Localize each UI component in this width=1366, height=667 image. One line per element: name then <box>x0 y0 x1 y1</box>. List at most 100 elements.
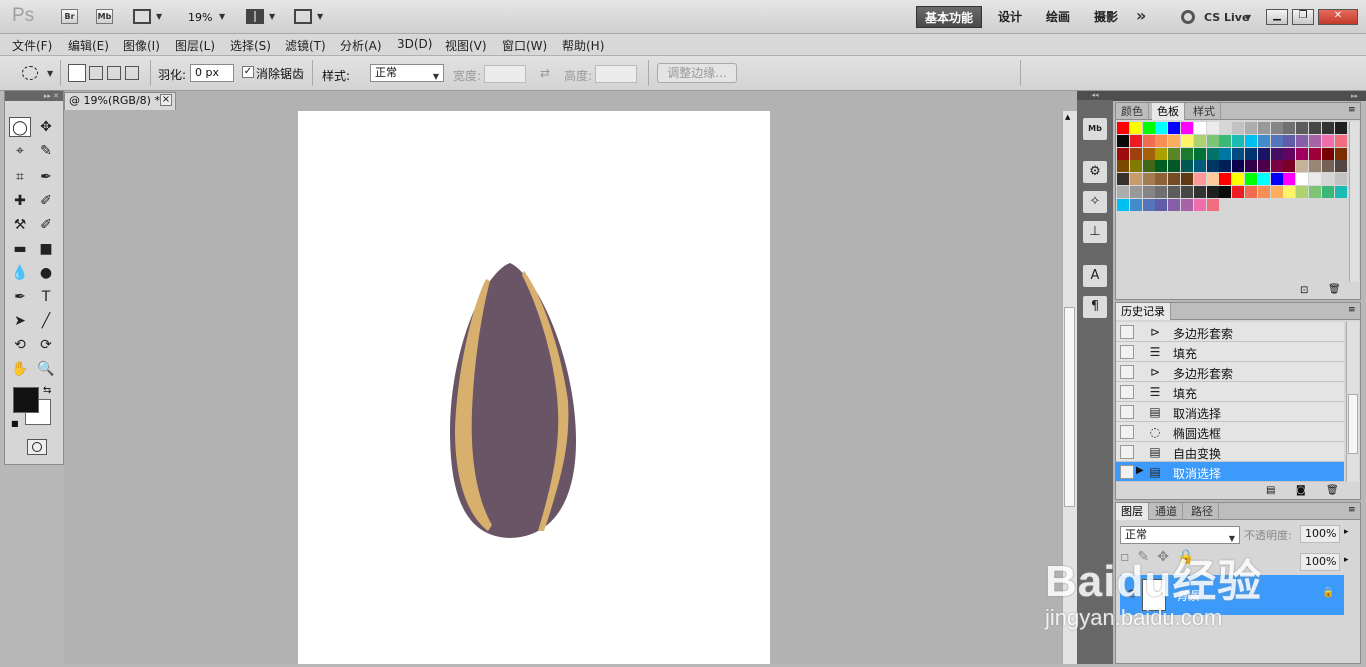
hand-tool-icon[interactable]: ✋ <box>9 359 31 379</box>
color-swatch[interactable] <box>1257 186 1270 198</box>
color-swatch[interactable] <box>1155 134 1168 147</box>
color-swatch[interactable] <box>1283 173 1296 186</box>
color-swatch[interactable] <box>1257 134 1270 147</box>
color-swatch[interactable] <box>1283 122 1296 134</box>
restore-button[interactable]: ❐ <box>1292 9 1314 25</box>
color-swatch[interactable] <box>1283 186 1296 198</box>
close-button[interactable]: ✕ <box>1318 9 1358 25</box>
color-swatch[interactable] <box>1181 160 1193 173</box>
menu-analysis[interactable]: 分析(A) <box>340 37 382 54</box>
brush-tool-icon[interactable]: ✐ <box>35 191 57 211</box>
brush-presets-icon[interactable]: ⊥ <box>1083 221 1107 243</box>
history-brush-source-checkbox[interactable] <box>1120 385 1134 399</box>
history-state-row[interactable]: ▤ 取消选择 <box>1116 402 1344 422</box>
color-swatch[interactable] <box>1283 160 1296 173</box>
color-swatch[interactable] <box>1296 160 1309 173</box>
color-swatch[interactable] <box>1309 186 1321 198</box>
strip-collapse-icon[interactable]: ◂◂ <box>1077 91 1113 100</box>
history-brush-source-checkbox[interactable] <box>1120 365 1134 379</box>
gradient-tool-icon[interactable]: ■ <box>35 239 57 259</box>
new-snapshot-icon[interactable]: ◙ <box>1296 485 1306 496</box>
scroll-up-icon[interactable]: ▲ <box>1065 113 1070 121</box>
color-swatch[interactable] <box>1219 134 1232 147</box>
color-swatch[interactable] <box>1334 160 1347 173</box>
opacity-arrow-icon[interactable]: ▸ <box>1344 527 1349 537</box>
marquee-ellipse-tool-icon[interactable]: ◯ <box>9 117 31 137</box>
color-swatch[interactable] <box>1168 198 1181 211</box>
color-swatch[interactable] <box>1232 122 1245 134</box>
color-swatch[interactable] <box>1321 160 1334 173</box>
lasso-polygon-tool-icon[interactable]: ⌖ <box>9 141 31 161</box>
color-swatch[interactable] <box>1245 122 1257 134</box>
color-swatch[interactable] <box>1168 160 1181 173</box>
color-swatch[interactable] <box>1334 122 1347 134</box>
color-swatch[interactable] <box>1219 173 1232 186</box>
history-scrollbar[interactable] <box>1346 322 1359 482</box>
color-swatch[interactable] <box>1232 186 1245 198</box>
tab-history[interactable]: 历史记录 <box>1116 303 1171 320</box>
menu-view[interactable]: 视图(V) <box>445 37 487 54</box>
color-swatch[interactable] <box>1155 173 1168 186</box>
color-swatch[interactable] <box>1219 122 1232 134</box>
color-swatch[interactable] <box>1155 160 1168 173</box>
color-swatch[interactable] <box>1129 122 1142 134</box>
document-canvas[interactable] <box>298 111 770 664</box>
color-swatch[interactable] <box>1206 147 1219 160</box>
color-swatch[interactable] <box>1309 134 1321 147</box>
3d-orbit-tool-icon[interactable]: ⟳ <box>35 335 57 355</box>
line-tool-icon[interactable]: ╱ <box>35 311 57 331</box>
antialias-checkbox[interactable]: ✓ <box>242 66 254 78</box>
screen-mode-dropdown-icon[interactable]: ▼ <box>317 12 323 21</box>
new-selection-icon[interactable] <box>68 64 86 82</box>
history-state-row[interactable]: ◌ 椭圆选框 <box>1116 422 1344 442</box>
clone-source-icon[interactable]: ✧ <box>1083 191 1107 213</box>
tool-presets-icon[interactable]: ⚙ <box>1083 161 1107 183</box>
minimize-button[interactable]: ▁ <box>1266 9 1288 25</box>
close-document-icon[interactable]: × <box>160 94 172 106</box>
workspace-essentials[interactable]: 基本功能 <box>916 6 983 28</box>
color-swatch[interactable] <box>1257 160 1270 173</box>
color-swatch[interactable] <box>1129 186 1142 198</box>
color-swatch[interactable] <box>1296 147 1309 160</box>
width-input[interactable] <box>484 65 526 83</box>
color-swatch[interactable] <box>1309 147 1321 160</box>
history-brush-source-checkbox[interactable] <box>1120 425 1134 439</box>
color-swatch[interactable] <box>1129 147 1142 160</box>
color-swatch[interactable] <box>1270 186 1283 198</box>
history-brush-tool-icon[interactable]: ✐ <box>35 215 57 235</box>
color-swatch[interactable] <box>1334 186 1347 198</box>
color-swatch[interactable] <box>1181 173 1193 186</box>
history-brush-source-checkbox[interactable] <box>1120 345 1134 359</box>
color-swatch[interactable] <box>1117 160 1129 173</box>
history-brush-source-checkbox[interactable] <box>1120 325 1134 339</box>
mini-bridge-panel-icon[interactable]: Mb <box>1083 118 1107 140</box>
color-swatch[interactable] <box>1155 198 1168 211</box>
color-swatch[interactable] <box>1257 122 1270 134</box>
history-state-row[interactable]: ▤ 取消选择 ▶ <box>1116 462 1344 482</box>
eyedropper-tool-icon[interactable]: ✒ <box>35 167 57 187</box>
color-swatch[interactable] <box>1142 134 1155 147</box>
menu-3d[interactable]: 3D(D) <box>397 37 432 51</box>
color-swatch[interactable] <box>1270 160 1283 173</box>
menu-select[interactable]: 选择(S) <box>230 37 271 54</box>
color-swatch[interactable] <box>1129 160 1142 173</box>
color-swatch[interactable] <box>1270 122 1283 134</box>
intersect-selection-icon[interactable] <box>125 66 139 80</box>
color-swatch[interactable] <box>1283 134 1296 147</box>
fill-input[interactable]: 100% <box>1300 553 1340 571</box>
history-scroll-thumb[interactable] <box>1348 394 1358 454</box>
history-state-row[interactable]: ☰ 填充 <box>1116 382 1344 402</box>
scrollbar-thumb[interactable] <box>1064 307 1075 507</box>
panel-menu-icon[interactable]: ≡ <box>1348 505 1356 515</box>
zoom-tool-icon[interactable]: 🔍 <box>35 359 57 379</box>
paragraph-panel-icon[interactable]: ¶ <box>1083 296 1107 318</box>
menu-filter[interactable]: 滤镜(T) <box>285 37 326 54</box>
color-swatch[interactable] <box>1142 173 1155 186</box>
color-swatch[interactable] <box>1296 122 1309 134</box>
color-swatch[interactable] <box>1117 122 1129 134</box>
menu-file[interactable]: 文件(F) <box>12 37 52 54</box>
bridge-button[interactable]: Br <box>61 9 78 24</box>
style-select[interactable]: 正常 ▼ <box>370 64 444 82</box>
crop-tool-icon[interactable]: ⌗ <box>9 167 31 187</box>
color-swatch[interactable] <box>1142 147 1155 160</box>
